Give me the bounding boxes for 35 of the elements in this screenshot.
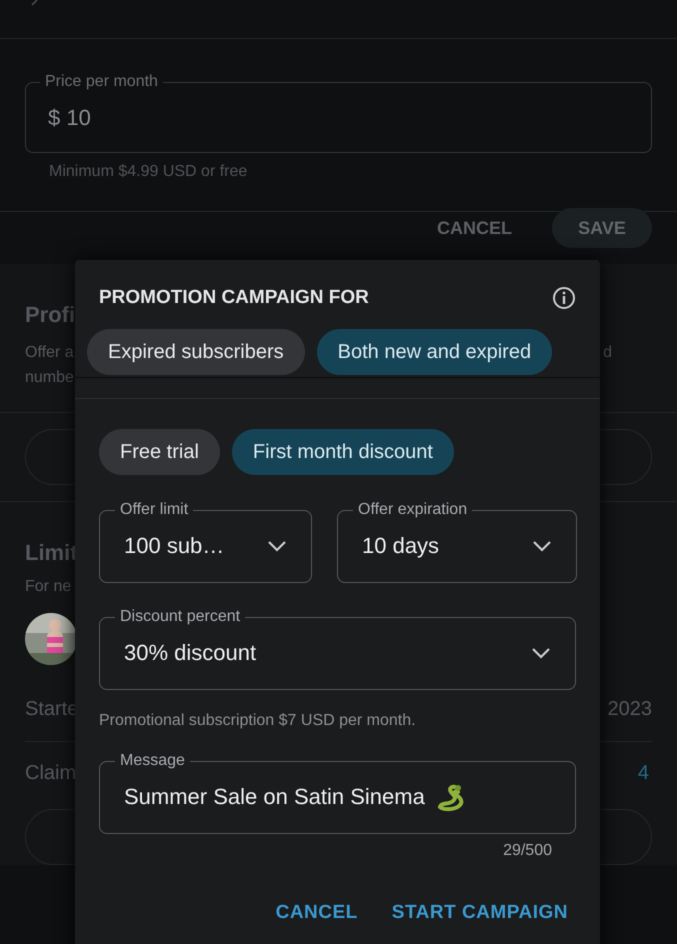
subtitle-text: For ne (25, 577, 72, 597)
field-value: 10 days (362, 532, 440, 558)
field-value: 30% discount (124, 640, 256, 666)
description-text: d (603, 343, 612, 363)
helper-text: Promotional subscription $7 USD per month. (98, 711, 417, 730)
dropdown-field[interactable]: Offer limit 100 sub… (99, 501, 312, 583)
row-label: Claim (25, 762, 76, 785)
chip[interactable]: Free trial (99, 429, 220, 475)
start-campaign-button[interactable]: START CAMPAIGN (392, 902, 568, 924)
info-icon[interactable] (552, 286, 576, 310)
field-value: 100 sub… (124, 532, 224, 558)
chip[interactable]: Expired subscribers (87, 329, 305, 375)
description-text: Offer a (25, 343, 74, 363)
description-text: numbe (25, 368, 74, 388)
helper-text: Minimum $4.99 USD or free (48, 162, 248, 181)
field-value: $ 10 (48, 104, 91, 130)
chip[interactable]: First month discount (232, 429, 454, 475)
section-title: Profi (25, 302, 76, 328)
cancel-button[interactable]: CANCEL (276, 902, 358, 924)
message-field[interactable]: Message Summer Sale on Satin Sinema (99, 752, 576, 834)
character-counter: 29/500 (502, 841, 553, 860)
field-label: Offer limit (119, 501, 190, 519)
section-title: Limit (25, 540, 78, 566)
row-value: 4 (638, 762, 649, 785)
dialog-title: PROMOTION CAMPAIGN FOR (99, 287, 369, 309)
price-field[interactable]: Price per month $ 10 (25, 73, 652, 153)
field-label: Discount percent (119, 608, 242, 626)
field-label: Price per month (44, 73, 159, 91)
field-value: Summer Sale on Satin Sinema (124, 784, 425, 810)
row-value: 2023 (608, 698, 652, 721)
dropdown-field[interactable]: Offer expiration 10 days (337, 501, 577, 583)
field-label: Message (119, 752, 186, 770)
chip[interactable]: Both new and expired (316, 329, 552, 375)
dropdown-field[interactable]: Discount percent 30% discount (99, 608, 576, 690)
field-label: Offer expiration (357, 501, 468, 519)
